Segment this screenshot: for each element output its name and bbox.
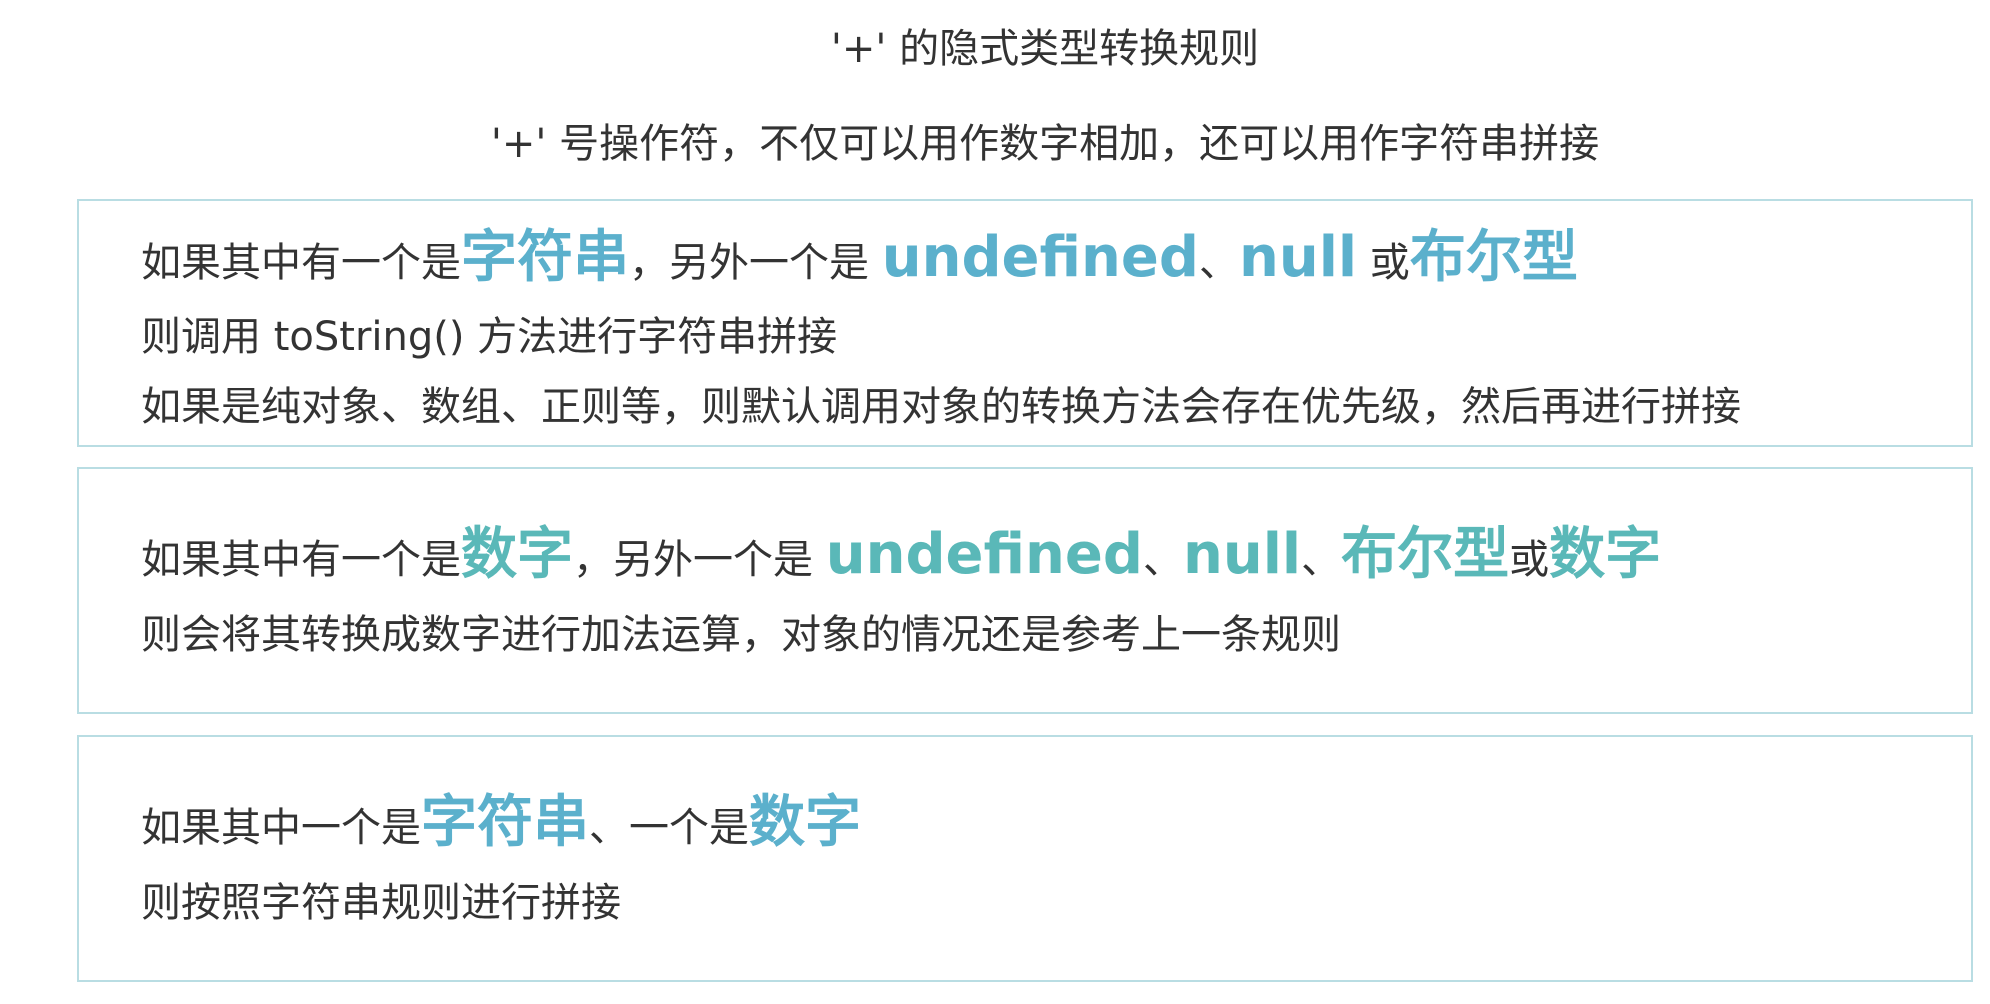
rule-text: 、 [1142,537,1183,583]
keyword-number: 数字 [1549,522,1662,587]
rule-text: 、 [1301,537,1342,583]
rule-heading: 如果其中有一个是字符串，另外一个是 undefined、null 或布尔型 [141,223,1578,298]
rule-description: 如果是纯对象、数组、正则等，则默认调用对象的转换方法会存在优先级，然后再进行拼接 [141,384,1741,430]
rule-description: 则按照字符串规则进行拼接 [141,880,621,926]
rule-heading: 如果其中有一个是数字，另外一个是 undefined、null、布尔型或数字 [141,519,1661,596]
page-subtitle: '+' 号操作符，不仅可以用作数字相加，还可以用作字符串拼接 [490,121,1600,167]
keyword-boolean: 布尔型 [1409,225,1578,290]
rule-card-number: 如果其中有一个是数字，另外一个是 undefined、null、布尔型或数字 则… [77,467,1973,714]
rule-description: 则调用 toString() 方法进行字符串拼接 [141,314,838,360]
keyword-null: null [1238,225,1358,290]
rule-text: 如果其中有一个是 [141,240,461,286]
rule-text: 如果其中有一个是 [141,537,461,583]
rule-text: 如果其中一个是 [141,805,421,851]
rule-text: ，另外一个是 [629,240,882,286]
keyword-string: 字符串 [421,790,589,855]
rule-description: 则会将其转换成数字进行加法运算，对象的情况还是参考上一条规则 [141,612,1341,658]
keyword-number: 数字 [461,522,573,587]
rule-heading: 如果其中一个是字符串、一个是数字 [141,787,861,864]
rule-text: 或 [1357,240,1410,286]
rule-text: 或 [1509,537,1550,583]
keyword-number: 数字 [749,790,861,855]
page-title: '+' 的隐式类型转换规则 [830,26,1260,72]
keyword-undefined: undefined [825,522,1143,587]
rule-text: 、一个是 [589,805,749,851]
rule-text: ，另外一个是 [573,537,826,583]
keyword-string: 字符串 [461,225,629,290]
keyword-undefined: undefined [881,225,1199,290]
keyword-null: null [1182,522,1302,587]
rule-card-string-number: 如果其中一个是字符串、一个是数字 则按照字符串规则进行拼接 [77,735,1973,982]
rule-card-string: 如果其中有一个是字符串，另外一个是 undefined、null 或布尔型 则调… [77,199,1973,447]
rule-text: 、 [1198,240,1239,286]
keyword-boolean: 布尔型 [1341,522,1510,587]
